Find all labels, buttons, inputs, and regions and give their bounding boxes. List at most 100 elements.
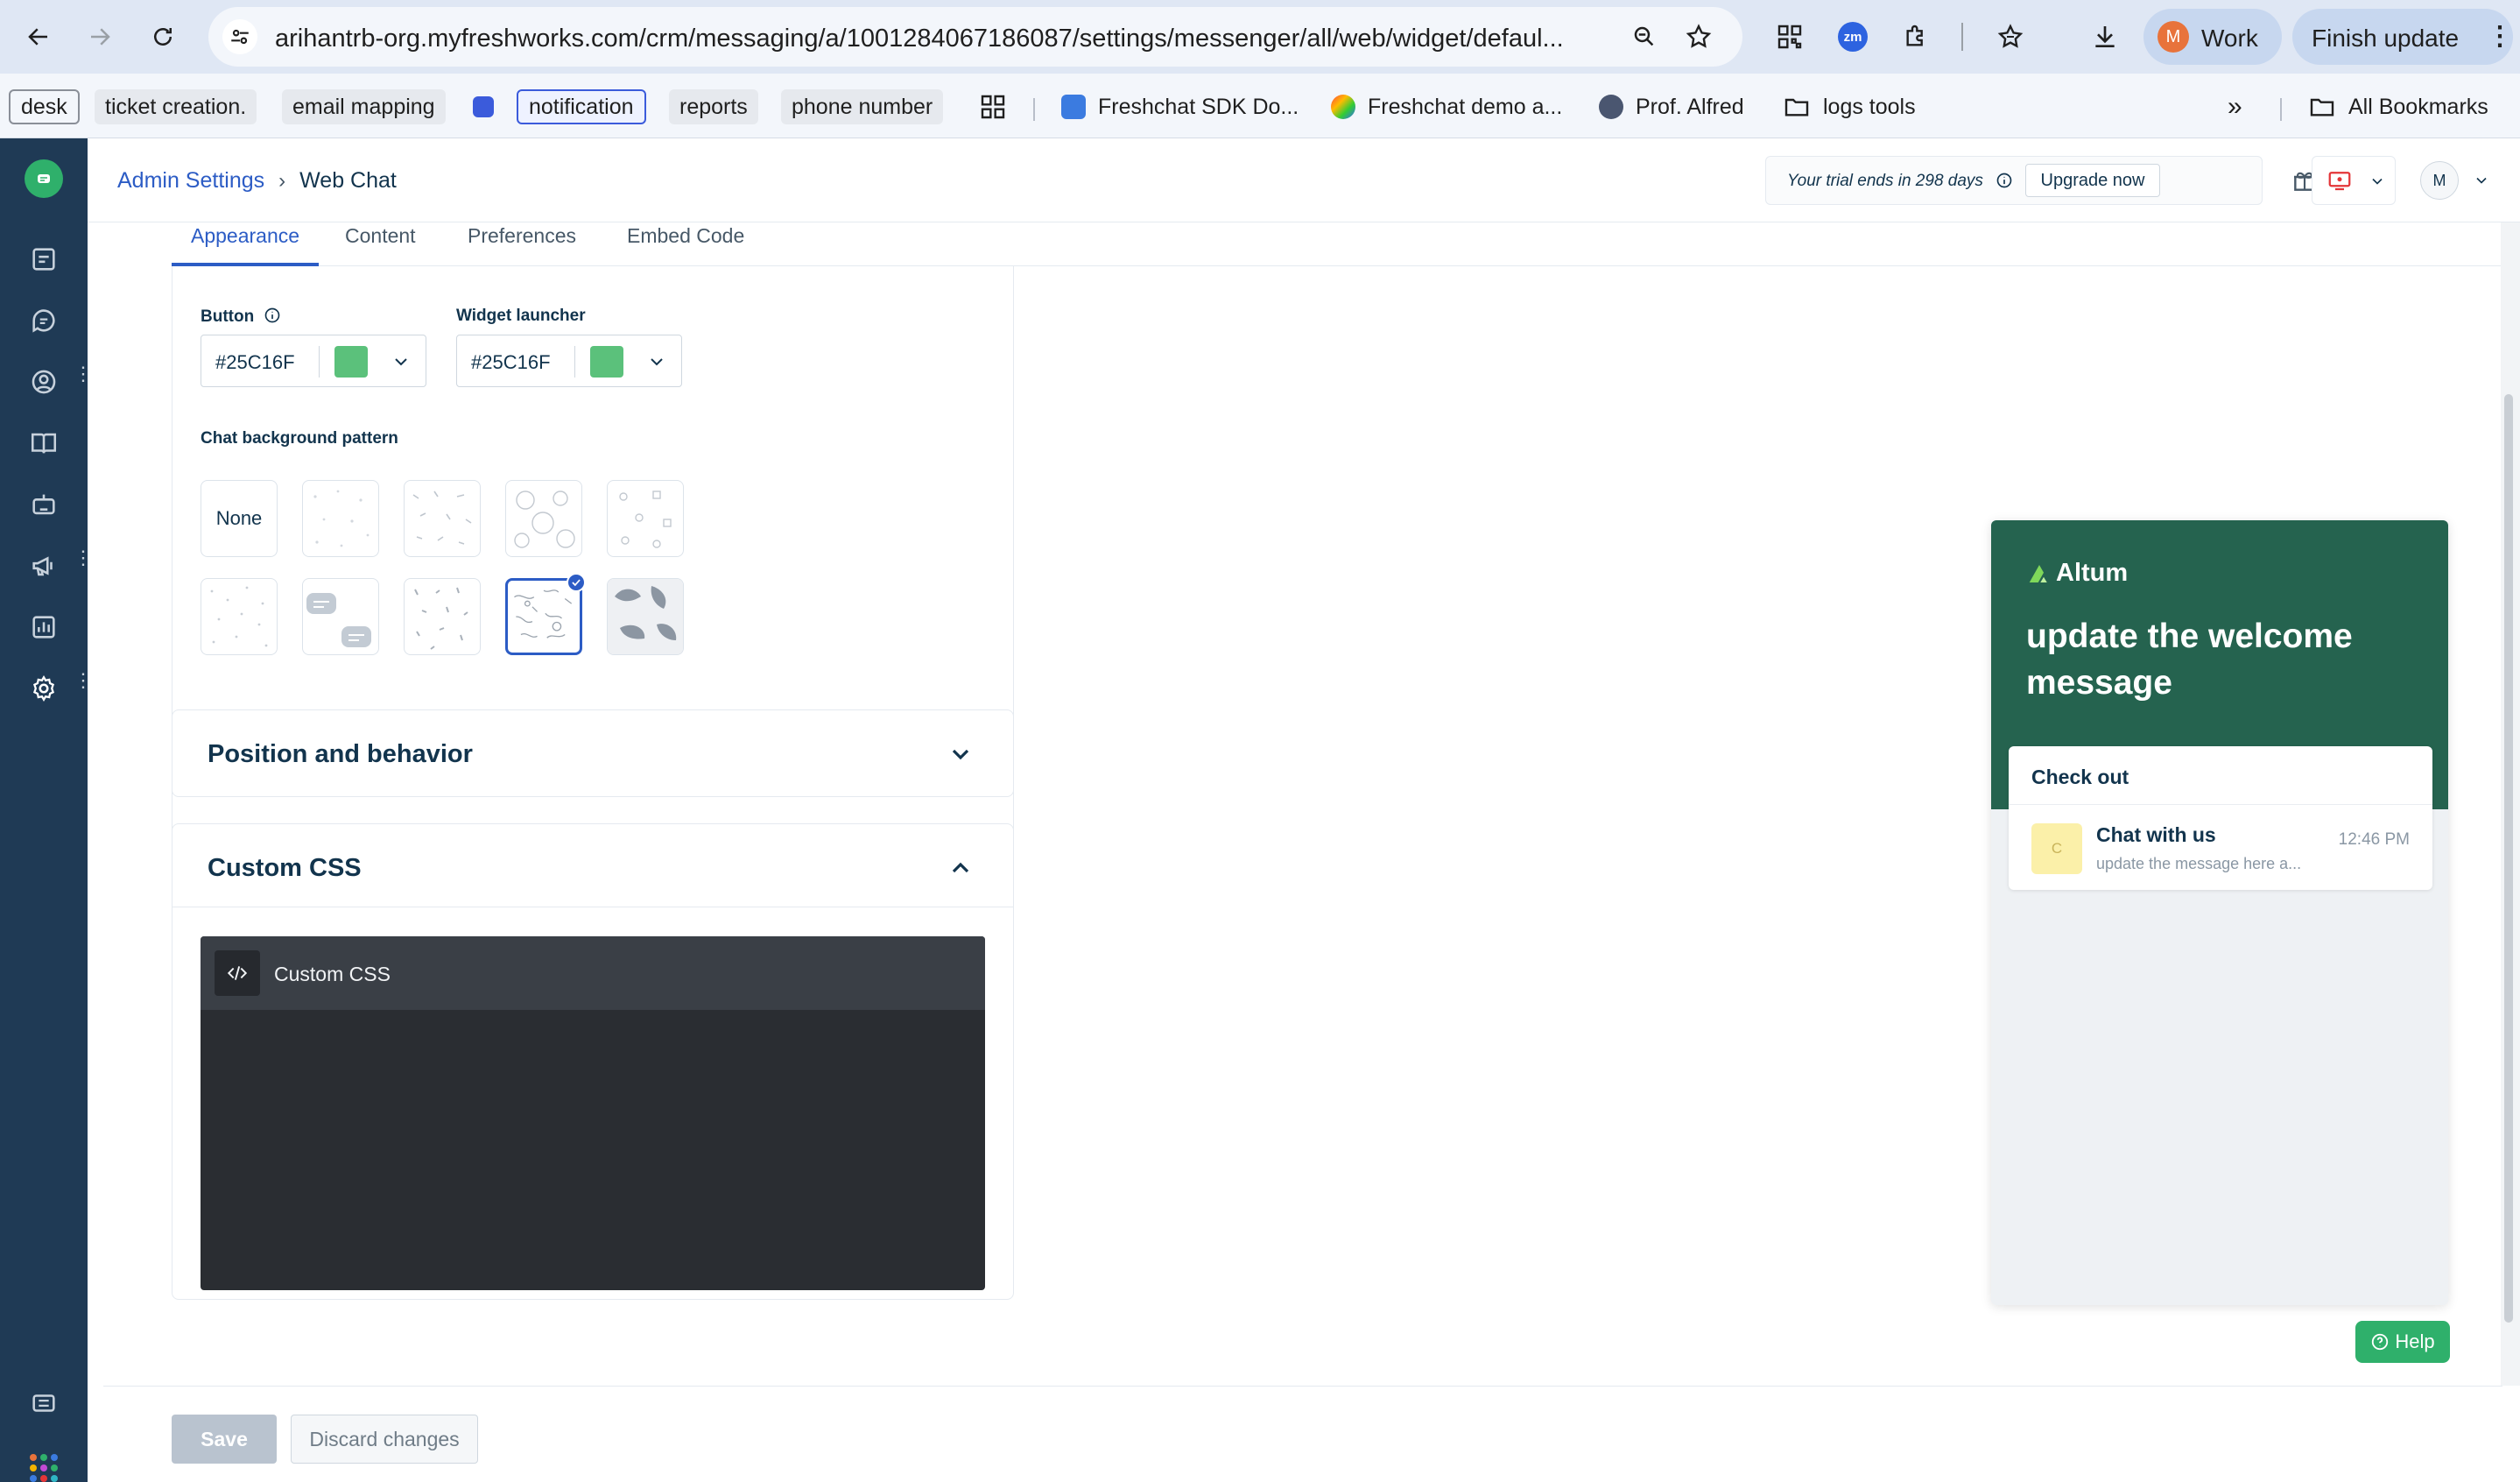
campaigns-megaphone-icon[interactable] [26,548,61,583]
pattern-option[interactable] [201,578,278,655]
conversation-subtitle: update the message here a... [2096,855,2302,872]
site-settings-icon[interactable] [222,19,257,54]
chevron-right-icon: › [278,168,286,193]
campaigns-more-icon[interactable]: ⋮ [74,548,93,580]
pattern-line-art-preview [514,589,573,639]
bookmark-blue-square[interactable] [473,89,494,124]
download-icon[interactable] [2087,19,2122,54]
qr-code-icon[interactable] [1772,19,1807,54]
bookmark-reports[interactable]: reports [669,89,758,124]
button-color-swatch[interactable] [334,346,368,378]
button-color-hex[interactable]: #25C16F [215,351,295,374]
bookmark-desk[interactable]: desk [9,89,80,124]
bookmark-phone-number[interactable]: phone number [781,89,944,124]
tab-appearance[interactable]: Appearance [172,224,320,266]
profile-label: Work [2201,25,2258,52]
conversation-avatar: C [2031,823,2082,874]
bookmark-logs-tools[interactable]: logs tools [1783,89,1916,124]
zoom-icon[interactable] [1627,19,1662,54]
screen-icon [2328,172,2351,191]
launcher-color-swatch[interactable] [590,346,623,378]
launcher-color-picker[interactable]: #25C16F [456,335,682,387]
bookmark-ticket-creation[interactable]: ticket creation. [95,89,257,124]
breadcrumb-admin-settings[interactable]: Admin Settings [117,168,264,194]
conversations-icon[interactable] [26,303,61,338]
bookmark-star-icon[interactable] [1681,19,1716,54]
breadcrumb: Admin Settings › Web Chat [117,168,397,194]
custom-css-editor[interactable]: Custom CSS [201,936,985,1290]
finish-update-button[interactable]: Finish update ⋮ [2292,9,2513,65]
tab-embed-code[interactable]: Embed Code [627,224,744,266]
zoom-extension-icon[interactable]: zm [1835,19,1870,54]
apps-grid-icon[interactable] [979,89,1007,124]
folder-icon [1784,98,1809,116]
discard-changes-button[interactable]: Discard changes [291,1415,478,1464]
user-menu-chevron-icon[interactable] [2473,172,2490,189]
pattern-option[interactable] [607,480,684,557]
bookmark-freshchat-demo[interactable]: Freshchat demo a... [1331,89,1562,124]
pattern-option[interactable] [302,578,379,655]
all-bookmarks[interactable]: All Bookmarks [2308,89,2488,124]
position-behavior-title[interactable]: Position and behavior [208,740,473,769]
knowledge-base-icon[interactable] [26,426,61,461]
screen-share-dropdown[interactable] [2312,156,2396,205]
profile-chip[interactable]: M Work [2143,9,2282,65]
pattern-option[interactable] [404,480,481,557]
position-behavior-accordion[interactable]: Position and behavior [172,709,1014,797]
bookmark-notification[interactable]: notification [517,89,646,124]
pattern-none[interactable]: None [201,480,278,557]
contacts-more-icon[interactable]: ⋮ [74,364,93,396]
divider [319,346,320,378]
pattern-option[interactable] [404,578,481,655]
bookmark-freshchat-sdk[interactable]: Freshchat SDK Do... [1061,89,1299,124]
bot-icon[interactable] [26,487,61,522]
custom-css-title[interactable]: Custom CSS [208,854,362,883]
analytics-icon[interactable] [26,610,61,645]
help-button[interactable]: Help [2355,1321,2450,1363]
pattern-chat-bubbles-preview [306,593,371,647]
trial-banner: Your trial ends in 298 days Upgrade now [1765,156,2263,205]
button-color-picker[interactable]: #25C16F [201,335,426,387]
chevron-down-icon[interactable] [646,351,667,372]
info-icon[interactable] [1996,172,2013,189]
folder-icon [2310,98,2334,116]
bookmark-prof-alfred[interactable]: Prof. Alfred [1599,89,1744,124]
pattern-none-label: None [215,507,263,529]
pattern-option[interactable] [302,480,379,557]
chevron-down-icon [2372,178,2383,185]
extensions-puzzle-icon[interactable] [1898,19,1933,54]
back-icon[interactable] [19,18,58,56]
save-button[interactable]: Save [172,1415,277,1464]
settings-more-icon[interactable]: ⋮ [74,671,93,702]
preview-card-title: Check out [2031,766,2129,788]
chevron-down-icon[interactable] [391,351,412,372]
bookmarks-bar: desk ticket creation. email mapping noti… [0,74,2520,138]
scrollbar-thumb[interactable] [2504,394,2513,1323]
pattern-option[interactable] [607,578,684,655]
app-switcher-icon[interactable] [30,1454,58,1482]
settings-gear-icon[interactable] [26,671,61,706]
tab-preferences[interactable]: Preferences [468,224,576,266]
inbox-icon[interactable] [26,242,61,277]
chevron-down-icon[interactable] [947,740,975,768]
preview-conversation-card[interactable]: Check out C Chat with us update the mess… [2009,746,2432,890]
reload-icon[interactable] [144,18,182,56]
more-bookmarks-icon[interactable]: » [2228,89,2242,124]
upgrade-now-button[interactable]: Upgrade now [2025,164,2160,197]
appearance-card: Button #25C16F Widget launcher #25C16F C… [172,266,1014,904]
forward-icon[interactable] [81,18,119,56]
app-sidebar: ⋮ ⋮ ⋮ [0,138,93,1482]
freshchat-logo-icon[interactable] [25,159,63,198]
reading-list-star-icon[interactable] [1993,19,2028,54]
user-avatar[interactable]: M [2420,161,2459,200]
chevron-up-icon[interactable] [947,854,975,882]
tickets-icon[interactable] [26,1386,61,1421]
info-icon[interactable] [264,307,281,324]
pattern-option[interactable] [505,480,582,557]
launcher-color-hex[interactable]: #25C16F [471,351,551,374]
url-text[interactable]: arihantrb-org.myfreshworks.com/crm/messa… [275,25,1816,53]
address-bar[interactable]: arihantrb-org.myfreshworks.com/crm/messa… [208,7,1742,67]
tab-content[interactable]: Content [345,224,416,266]
bookmark-email-mapping[interactable]: email mapping [282,89,446,124]
contacts-icon[interactable] [26,364,61,399]
